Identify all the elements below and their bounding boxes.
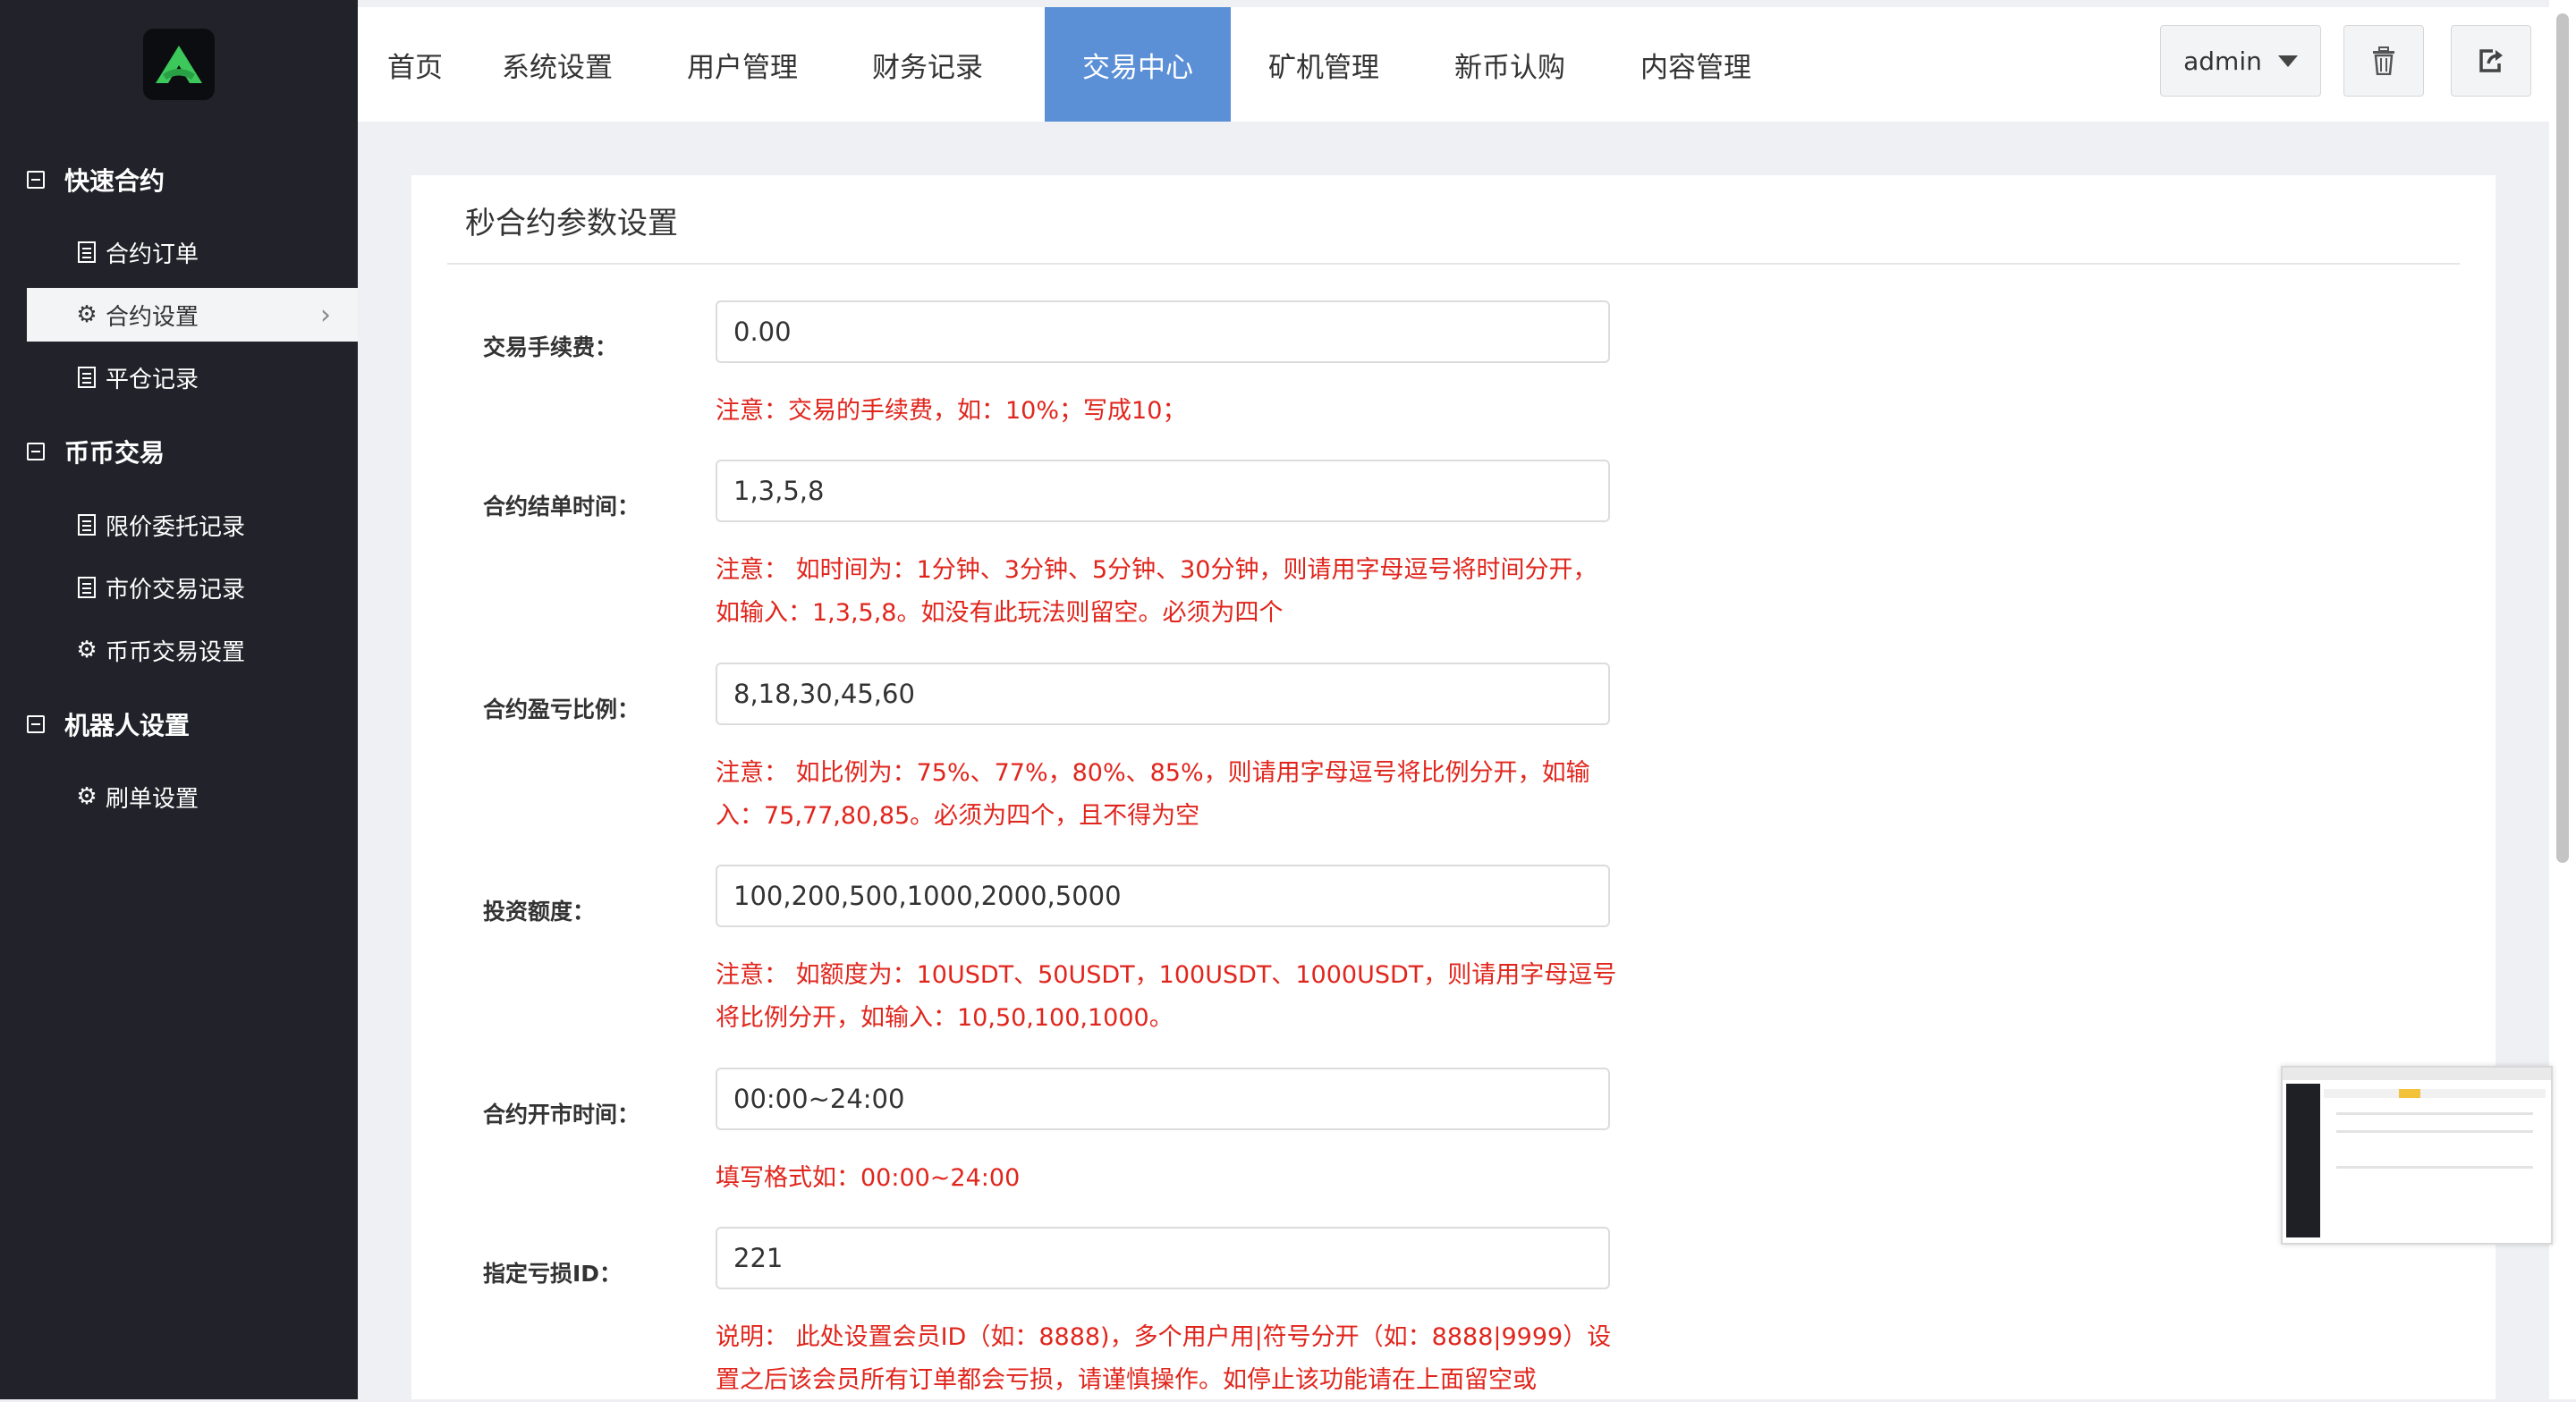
scrollbar-thumb[interactable] — [2556, 13, 2569, 863]
fee-note: 注意：交易的手续费，如：10%；写成10； — [716, 397, 1187, 425]
tab-finance-records[interactable]: 财务记录 — [869, 7, 986, 122]
menu-group-label: 机器人设置 — [64, 711, 191, 740]
sidebar-item-label: 合约设置 — [106, 303, 199, 331]
sidebar-item-label: 市价交易记录 — [106, 576, 246, 604]
panel-title: 秒合约参数设置 — [465, 206, 678, 241]
sidebar-item-label: 平仓记录 — [106, 366, 199, 393]
sidebar-item-label: 币币交易设置 — [106, 638, 246, 666]
sidebar-item-coin-trade-settings[interactable]: ⚙ 币币交易设置 — [27, 623, 358, 677]
clear-cache-button[interactable] — [2343, 25, 2424, 97]
fee-input[interactable]: 0.00 — [716, 300, 1610, 363]
field-label-market-hours: 合约开市时间： — [483, 1102, 640, 1128]
top-nav: 首页 系统设置 用户管理 财务记录 交易中心 矿机管理 新币认购 内容管理 ad… — [358, 7, 2549, 122]
menu-group-coin-trading[interactable]: 币币交易 — [27, 429, 165, 474]
thumbnail-sidebar — [2286, 1084, 2320, 1237]
collapse-icon — [27, 715, 45, 733]
sidebar-item-close-records[interactable]: 平仓记录 — [27, 350, 358, 404]
gear-icon: ⚙ — [76, 637, 97, 663]
tab-system-settings[interactable]: 系统设置 — [499, 7, 615, 122]
thumbnail-browser-bar — [2283, 1068, 2551, 1080]
logout-button[interactable] — [2451, 25, 2531, 97]
list-icon — [78, 577, 96, 598]
sidebar-item-contract-settings[interactable]: ⚙ 合约设置 › — [27, 288, 358, 342]
investment-note: 注意： 如额度为：10USDT、50USDT，100USDT、1000USDT，… — [716, 961, 1617, 1032]
field-label-settle-time: 合约结单时间： — [483, 494, 640, 519]
tab-content-management[interactable]: 内容管理 — [1638, 7, 1754, 122]
thumbnail-row — [2336, 1130, 2533, 1133]
sidebar-item-limit-orders[interactable]: 限价委托记录 — [27, 498, 358, 552]
caret-down-icon — [2277, 55, 2298, 67]
field-label-pnl-ratio: 合约盈亏比例： — [483, 697, 640, 722]
list-icon — [78, 514, 96, 536]
tab-miner-management[interactable]: 矿机管理 — [1266, 7, 1382, 122]
trash-icon — [2373, 46, 2394, 75]
username: admin — [2183, 46, 2262, 76]
menu-group-label: 快速合约 — [64, 166, 165, 196]
collapse-icon — [27, 171, 45, 189]
logout-icon — [2479, 49, 2503, 72]
loss-id-input[interactable]: 221 — [716, 1227, 1610, 1289]
field-label-investment: 投资额度： — [483, 899, 596, 925]
field-label-fee: 交易手续费： — [483, 334, 618, 360]
settle-time-note: 注意： 如时间为：1分钟、3分钟、5分钟、30分钟，则请用字母逗号将时间分开，如… — [716, 556, 1597, 627]
settings-panel: 秒合约参数设置 交易手续费： 0.00 注意：交易的手续费，如：10%；写成10… — [411, 175, 2496, 1399]
sidebar-item-brush-settings[interactable]: ⚙ 刷单设置 — [27, 770, 358, 823]
thumbnail-row — [2336, 1112, 2533, 1115]
sidebar-item-label: 刷单设置 — [106, 785, 199, 813]
logo-icon — [156, 46, 202, 83]
chevron-right-icon: › — [320, 299, 331, 331]
investment-input[interactable]: 100,200,500,1000,2000,5000 — [716, 865, 1610, 927]
loss-id-note: 说明： 此处设置会员ID（如：8888)，多个用户用|符号分开（如：8888|9… — [716, 1323, 1612, 1394]
sidebar-item-label: 合约订单 — [106, 241, 199, 268]
thumbnail-nav — [2324, 1089, 2546, 1098]
pnl-ratio-input[interactable]: 8,18,30,45,60 — [716, 663, 1610, 725]
screenshot-thumbnail[interactable] — [2281, 1066, 2553, 1245]
sidebar: 快速合约 合约订单 ⚙ 合约设置 › 平仓记录 币币交易 限价委托记录 市价交易… — [0, 0, 358, 1399]
sidebar-item-contract-orders[interactable]: 合约订单 — [27, 225, 358, 279]
user-dropdown[interactable]: admin — [2160, 25, 2321, 97]
collapse-icon — [27, 443, 45, 460]
logo[interactable] — [143, 29, 215, 100]
market-hours-input[interactable]: 00:00~24:00 — [716, 1068, 1610, 1130]
menu-group-robot-settings[interactable]: 机器人设置 — [27, 702, 190, 747]
list-icon — [78, 367, 96, 388]
gear-icon: ⚙ — [76, 783, 97, 810]
tab-trading-center[interactable]: 交易中心 — [1045, 7, 1231, 122]
tab-new-coin-subscription[interactable]: 新币认购 — [1452, 7, 1568, 122]
thumbnail-active-tab — [2399, 1089, 2420, 1098]
tab-user-management[interactable]: 用户管理 — [684, 7, 801, 122]
menu-group-label: 币币交易 — [64, 438, 165, 468]
menu-group-quick-contract[interactable]: 快速合约 — [27, 157, 165, 202]
settle-time-input[interactable]: 1,3,5,8 — [716, 460, 1610, 522]
pnl-ratio-note: 注意： 如比例为：75%、77%，80%、85%，则请用字母逗号将比例分开，如输… — [716, 759, 1590, 830]
list-icon — [78, 241, 96, 263]
gear-icon: ⚙ — [76, 301, 97, 328]
sidebar-item-label: 限价委托记录 — [106, 513, 246, 541]
market-hours-note: 填写格式如：00:00~24:00 — [716, 1164, 1021, 1192]
sidebar-item-market-trades[interactable]: 市价交易记录 — [27, 561, 358, 614]
tab-home[interactable]: 首页 — [370, 7, 460, 122]
field-label-loss-id: 指定亏损ID： — [483, 1261, 623, 1287]
divider — [447, 263, 2460, 265]
thumbnail-row — [2336, 1166, 2533, 1169]
